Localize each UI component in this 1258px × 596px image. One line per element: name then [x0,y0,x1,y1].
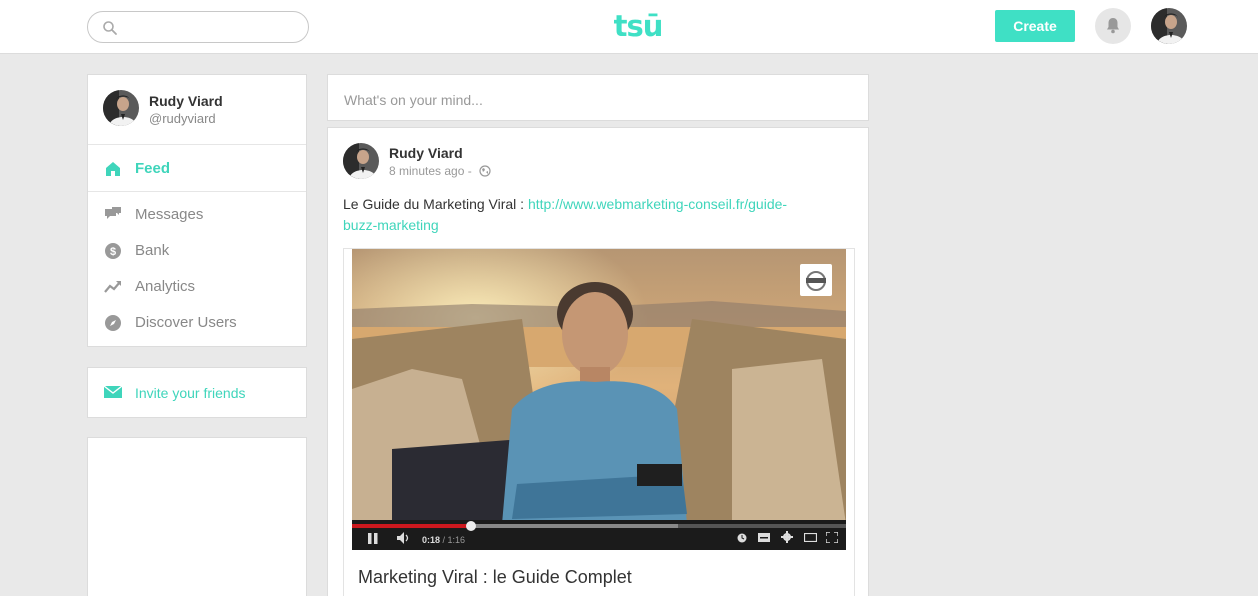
svg-text:$: $ [110,246,116,258]
video-duration: 1:16 [447,535,466,545]
post-timestamp[interactable]: 8 minutes ago - [389,164,472,178]
video-current-time: 0:18 [422,535,441,545]
pause-icon[interactable] [368,533,378,544]
composer-placeholder: What's on your mind... [344,92,483,108]
sidebar-widget [87,437,307,596]
discover-icon [105,315,121,331]
create-button[interactable]: Create [995,10,1075,42]
video-time: 0:18 / 1:16 [422,535,466,545]
sidebar-item-analytics[interactable]: Analytics [88,269,306,305]
profile-header[interactable]: Rudy Viard @rudyviard [88,75,306,145]
avatar[interactable] [1151,8,1187,44]
volume-icon[interactable] [397,532,413,544]
tsu-logo[interactable]: tsū [608,8,668,44]
profile-card: Rudy Viard @rudyviard Feed Messages $ Ba… [87,74,307,347]
volvo-logo-icon [806,271,826,291]
notifications-button[interactable] [1095,8,1131,44]
messages-icon [105,207,121,219]
avatar[interactable] [343,143,379,179]
post-composer[interactable]: What's on your mind... [327,74,869,121]
progress-played [352,524,471,528]
sidebar-item-label: Feed [135,160,171,177]
theater-mode-icon[interactable] [804,533,817,542]
sidebar-item-discover-users[interactable]: Discover Users [88,305,306,341]
avatar-image [1151,8,1187,44]
link-preview[interactable]: 0:18 / 1:16 Marketing Viral: le Guide C… [343,248,855,596]
progress-scrubber[interactable] [466,521,476,531]
sidebar-item-label: Messages [135,206,204,223]
analytics-icon [104,281,121,293]
feed-post: Rudy Viard 8 minutes ago - Le Guide du M… [327,127,869,596]
video-controls: 0:18 / 1:16 [352,520,846,550]
captions-icon[interactable] [758,533,770,542]
bank-icon: $ [105,243,121,259]
search-icon [103,21,117,35]
settings-gear-icon[interactable] [781,531,793,543]
home-icon [106,162,120,176]
watch-later-icon[interactable] [737,533,747,543]
link-preview-title[interactable]: Marketing Viral : le Guide Complet [358,567,632,588]
sidebar-item-label: Discover Users [135,314,237,331]
avatar-image [103,90,139,126]
fullscreen-icon[interactable] [826,532,838,543]
channel-logo[interactable] [800,264,832,296]
search-input[interactable] [87,11,309,43]
invite-label: Invite your friends [135,385,246,401]
globe-icon [479,165,491,177]
post-text: Le Guide du Marketing Viral : http://www… [343,194,813,236]
sidebar-item-label: Analytics [135,278,196,295]
envelope-icon [104,385,122,398]
sidebar-item-bank[interactable]: $ Bank [88,233,306,269]
bell-icon [1107,18,1119,34]
top-bar: tsū Create [0,0,1258,54]
avatar-image [343,143,379,179]
post-author[interactable]: Rudy Viard [389,145,463,161]
post-meta: 8 minutes ago - [389,164,491,178]
profile-handle: @rudyviard [149,111,216,126]
avatar[interactable] [103,90,139,126]
post-text-prefix: Le Guide du Marketing Viral : [343,196,528,212]
sidebar-item-label: Bank [135,242,170,259]
profile-name[interactable]: Rudy Viard [149,93,223,109]
invite-friends-button[interactable]: Invite your friends [87,367,307,418]
sidebar-item-feed[interactable]: Feed [88,146,306,192]
sidebar-item-messages[interactable]: Messages [88,197,306,233]
video-frame [352,249,846,524]
video-player[interactable]: 0:18 / 1:16 [352,249,846,550]
